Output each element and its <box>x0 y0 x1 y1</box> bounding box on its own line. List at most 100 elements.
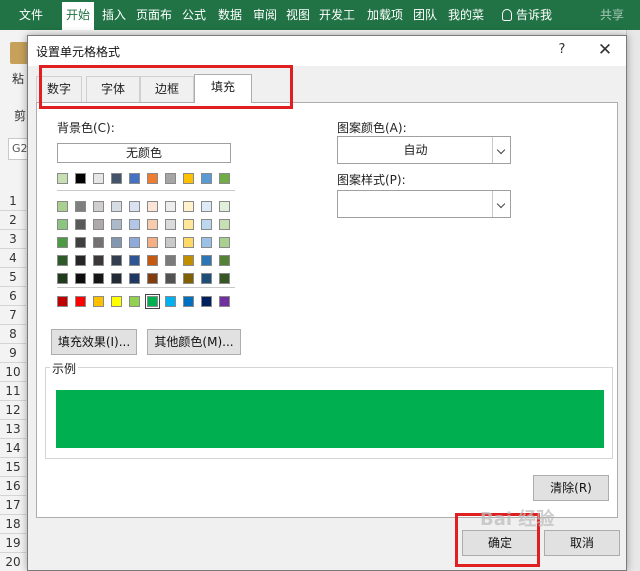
theme-color-swatch[interactable] <box>129 273 140 284</box>
cancel-button[interactable]: 取消 <box>544 530 620 556</box>
theme-color-swatch[interactable] <box>93 201 104 212</box>
row-header[interactable]: 18 <box>0 515 26 534</box>
no-color-button[interactable]: 无颜色 <box>57 143 231 163</box>
standard-color-swatch[interactable] <box>183 296 194 307</box>
theme-color-swatch[interactable] <box>219 237 230 248</box>
theme-color-swatch[interactable] <box>183 219 194 230</box>
theme-color-swatch[interactable] <box>201 201 212 212</box>
theme-color-swatch[interactable] <box>219 273 230 284</box>
theme-color-swatch[interactable] <box>75 273 86 284</box>
ribbon-tab[interactable]: 我的菜 <box>444 0 488 30</box>
theme-color-swatch[interactable] <box>147 237 158 248</box>
row-header[interactable]: 1 <box>0 192 26 211</box>
paste-icon[interactable] <box>10 42 28 64</box>
theme-color-swatch[interactable] <box>201 255 212 266</box>
theme-color-swatch[interactable] <box>183 201 194 212</box>
theme-color-swatch[interactable] <box>111 219 122 230</box>
row-header[interactable]: 17 <box>0 496 26 515</box>
ribbon-tab[interactable]: 公式 <box>178 0 210 30</box>
theme-color-swatch[interactable] <box>57 273 68 284</box>
theme-color-swatch[interactable] <box>111 173 122 184</box>
theme-color-swatch[interactable] <box>57 201 68 212</box>
row-header[interactable]: 7 <box>0 306 26 325</box>
ribbon-tab[interactable]: 文件 <box>8 0 54 30</box>
theme-color-swatch[interactable] <box>201 219 212 230</box>
row-header[interactable]: 12 <box>0 401 26 420</box>
row-header[interactable]: 6 <box>0 287 26 306</box>
row-header[interactable]: 4 <box>0 249 26 268</box>
theme-color-swatch[interactable] <box>183 273 194 284</box>
standard-color-swatch[interactable] <box>201 296 212 307</box>
tell-me-button[interactable]: 告诉我 <box>496 0 558 30</box>
ribbon-tab[interactable]: 插入 <box>98 0 130 30</box>
theme-color-swatch[interactable] <box>147 255 158 266</box>
theme-color-swatch[interactable] <box>147 219 158 230</box>
row-header[interactable]: 13 <box>0 420 26 439</box>
theme-color-swatch[interactable] <box>111 255 122 266</box>
theme-color-swatch[interactable] <box>111 201 122 212</box>
pattern-color-dropdown[interactable]: 自动 <box>337 136 511 164</box>
pattern-style-dropdown[interactable] <box>337 190 511 218</box>
theme-color-swatch[interactable] <box>129 237 140 248</box>
standard-color-swatch[interactable] <box>219 296 230 307</box>
row-header[interactable]: 15 <box>0 458 26 477</box>
theme-color-swatch[interactable] <box>93 255 104 266</box>
share-button[interactable]: 共享 <box>592 0 632 30</box>
theme-color-swatch[interactable] <box>219 219 230 230</box>
theme-color-swatch[interactable] <box>75 173 86 184</box>
theme-color-swatch[interactable] <box>183 173 194 184</box>
theme-color-swatch[interactable] <box>129 201 140 212</box>
theme-color-swatch[interactable] <box>165 173 176 184</box>
row-header[interactable]: 10 <box>0 363 26 382</box>
theme-color-swatch[interactable] <box>57 237 68 248</box>
row-header[interactable]: 5 <box>0 268 26 287</box>
theme-color-swatch[interactable] <box>165 273 176 284</box>
theme-color-swatch[interactable] <box>75 219 86 230</box>
standard-color-swatch[interactable] <box>57 296 68 307</box>
theme-color-swatch[interactable] <box>75 237 86 248</box>
standard-color-swatch[interactable] <box>111 296 122 307</box>
more-colors-button[interactable]: 其他颜色(M)... <box>147 329 241 355</box>
row-header[interactable]: 2 <box>0 211 26 230</box>
theme-color-swatch[interactable] <box>93 273 104 284</box>
row-header[interactable]: 8 <box>0 325 26 344</box>
row-header[interactable]: 9 <box>0 344 26 363</box>
theme-color-swatch[interactable] <box>219 255 230 266</box>
theme-color-swatch[interactable] <box>147 273 158 284</box>
standard-color-swatch[interactable] <box>129 296 140 307</box>
clear-button[interactable]: 清除(R) <box>533 475 609 501</box>
row-header[interactable]: 16 <box>0 477 26 496</box>
theme-color-swatch[interactable] <box>183 255 194 266</box>
theme-color-swatch[interactable] <box>147 173 158 184</box>
ribbon-tab[interactable]: 开发工 <box>314 0 360 30</box>
close-button[interactable]: ✕ <box>596 40 614 60</box>
chevron-down-icon[interactable] <box>492 191 510 217</box>
ribbon-tab[interactable]: 加载项 <box>364 0 406 30</box>
row-header[interactable]: 11 <box>0 382 26 401</box>
chevron-down-icon[interactable] <box>492 137 510 163</box>
ribbon-tab[interactable]: 页面布 <box>134 0 174 30</box>
theme-color-swatch[interactable] <box>219 173 230 184</box>
theme-color-swatch[interactable] <box>219 201 230 212</box>
theme-color-swatch[interactable] <box>57 219 68 230</box>
tab-fill[interactable]: 填充 <box>194 74 252 103</box>
theme-color-swatch[interactable] <box>201 273 212 284</box>
theme-color-swatch[interactable] <box>111 237 122 248</box>
fill-effects-button[interactable]: 填充效果(I)... <box>51 329 137 355</box>
help-button[interactable]: ? <box>554 42 570 57</box>
theme-color-swatch[interactable] <box>201 237 212 248</box>
row-header[interactable]: 20 <box>0 553 26 571</box>
ribbon-tab[interactable]: 开始 <box>62 2 94 30</box>
theme-color-swatch[interactable] <box>93 173 104 184</box>
row-header[interactable]: 3 <box>0 230 26 249</box>
standard-color-swatch[interactable] <box>145 294 160 309</box>
theme-color-swatch[interactable] <box>129 173 140 184</box>
theme-color-swatch[interactable] <box>165 237 176 248</box>
ribbon-tab[interactable]: 审阅 <box>250 0 280 30</box>
theme-color-swatch[interactable] <box>183 237 194 248</box>
theme-color-swatch[interactable] <box>93 219 104 230</box>
theme-color-swatch[interactable] <box>165 255 176 266</box>
theme-color-swatch[interactable] <box>75 201 86 212</box>
theme-color-swatch[interactable] <box>201 173 212 184</box>
ribbon-tab[interactable]: 团队 <box>410 0 440 30</box>
